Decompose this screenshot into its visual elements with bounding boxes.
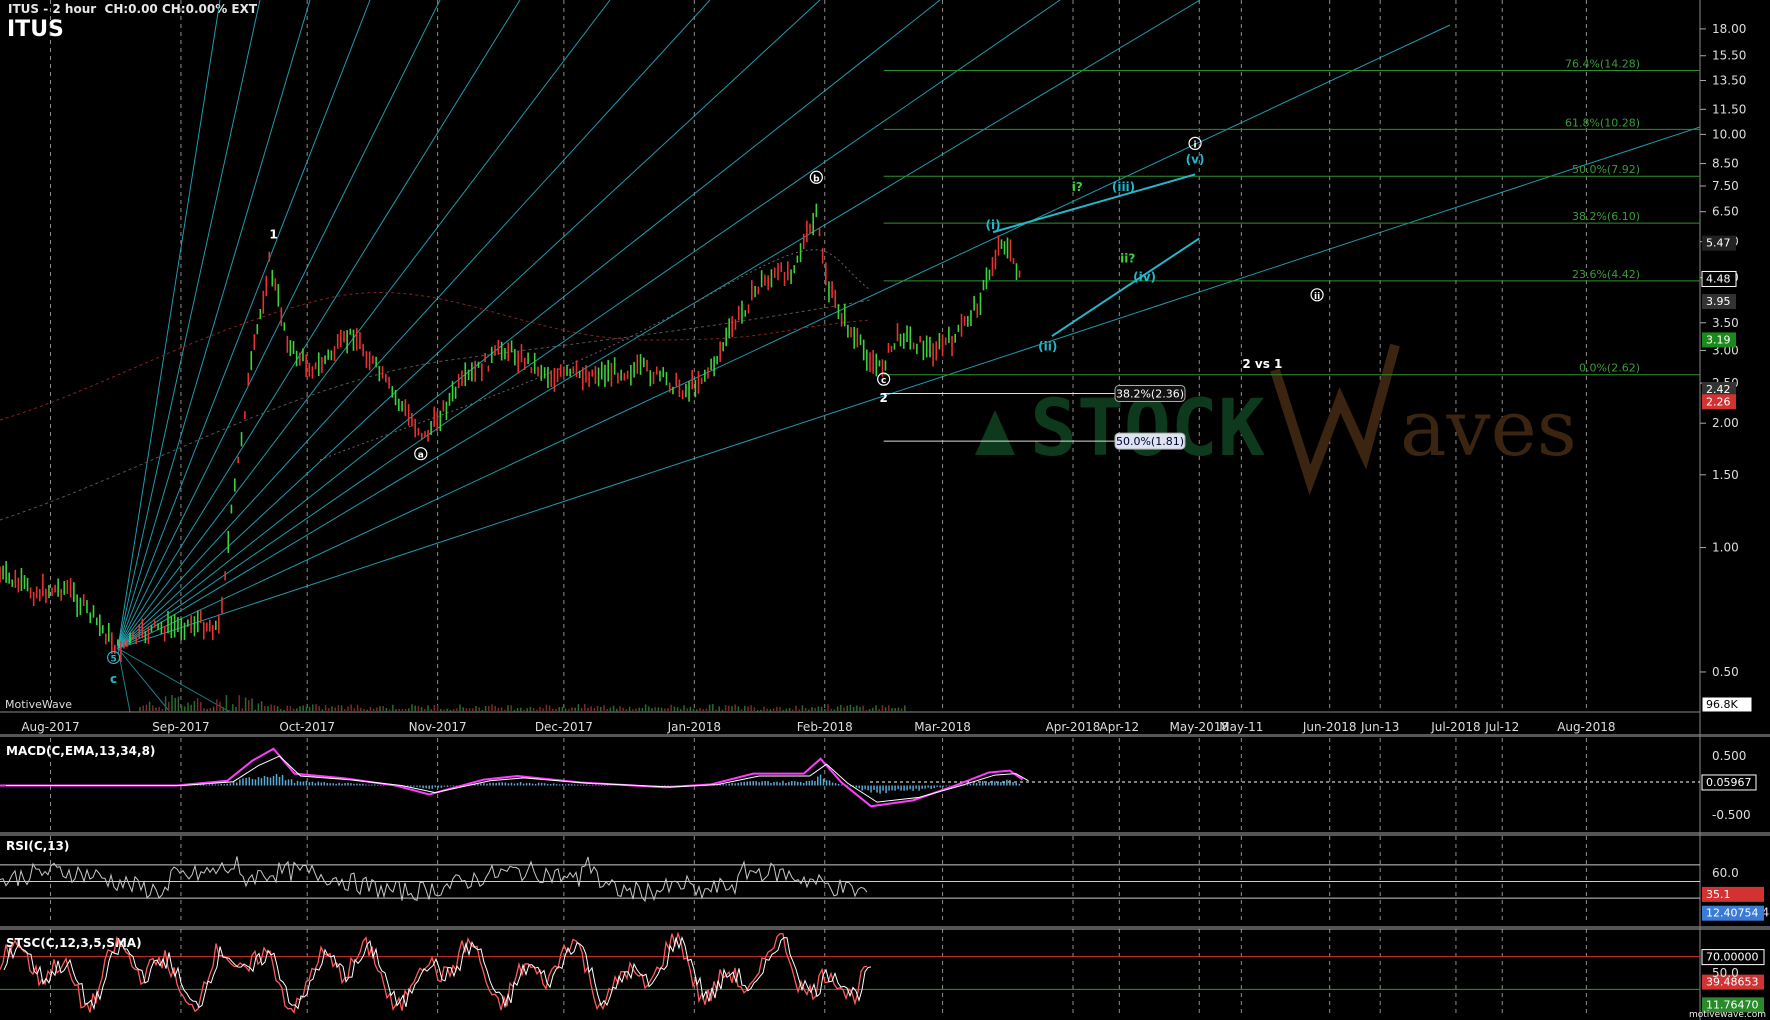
x-tick-label: Jul-2018: [1430, 720, 1480, 734]
price-badge-label: 4.48: [1706, 272, 1731, 285]
y-tick-label: 3.50: [1712, 316, 1739, 330]
price-badge-label: 5.47: [1706, 237, 1731, 250]
y-tick-label: 18.00: [1712, 22, 1746, 36]
macd-tick-label: 0.500: [1712, 749, 1746, 763]
price-badge-label: 2.26: [1706, 395, 1731, 408]
wave-label: b: [813, 174, 820, 184]
x-tick-label: Jun-13: [1360, 720, 1399, 734]
x-tick-label: Mar-2018: [914, 720, 971, 734]
chart-svg: Aug-2017 Sep-2017 Oct-2017 Nov-2017 Dec-2017…: [0, 0, 1770, 1020]
fib-level-label: 76.4%(14.28): [1565, 57, 1640, 70]
rsi-line: [0, 856, 868, 903]
wave-label: (ii): [1038, 339, 1057, 353]
wave-label: ii: [1314, 292, 1320, 302]
x-tick-label: Aug-2018: [1557, 720, 1615, 734]
fan-line-down: [117, 648, 171, 713]
wave-label: i: [1194, 140, 1197, 150]
fib-level-label: 0.0%(2.62): [1579, 362, 1640, 375]
x-tick-label: Feb-2018: [797, 720, 853, 734]
x-tick-label: Sep-2017: [152, 720, 210, 734]
fan-line: [117, 0, 611, 649]
wave-label: 2: [879, 391, 887, 405]
macd-value-label: 0.05967: [1706, 776, 1752, 789]
macd-signal-line: [6, 755, 1029, 803]
panel-separator: [0, 734, 1770, 737]
fan-line: [117, 0, 521, 649]
wave-label: ii?: [1120, 251, 1135, 265]
macd-title: MACD(C,EMA,13,34,8): [6, 744, 155, 758]
fib-retrace-label: 38.2%(2.36): [1116, 387, 1184, 400]
watermark-triangle-icon: [975, 410, 1015, 455]
wave-label: 5: [110, 655, 116, 665]
x-tick-label: Nov-2017: [409, 720, 467, 734]
volume-badge-label: 96.8K: [1706, 698, 1738, 711]
price-badge-label: 3.19: [1706, 333, 1731, 346]
wave-label: a: [418, 451, 424, 461]
wave-label: 2 vs 1: [1242, 357, 1282, 371]
price-badge-label: 3.95: [1706, 295, 1731, 308]
fan-line: [117, 0, 261, 649]
fib-retrace-label: 50.0%(1.81): [1116, 435, 1184, 448]
motivewave-credit: MotiveWave: [5, 698, 72, 711]
price-badge-label: 2.42: [1706, 383, 1731, 396]
wave-label: c: [110, 672, 117, 686]
fib-level-label: 50.0%(7.92): [1572, 163, 1640, 176]
x-tick-label: Dec-2017: [535, 720, 593, 734]
fan-line: [117, 0, 441, 649]
macd-tick-label: -0.500: [1712, 808, 1751, 822]
fan-line: [117, 0, 221, 649]
y-tick-label: 11.50: [1712, 102, 1746, 116]
x-tick-label: Oct-2017: [279, 720, 335, 734]
wave-label: i?: [1072, 180, 1083, 194]
stochastic-badge-label: 70.00000: [1706, 951, 1759, 964]
y-tick-label: 10.00: [1712, 127, 1746, 141]
fan-line: [117, 0, 371, 649]
moving-average-curve: [0, 299, 871, 521]
y-tick-label: 8.50: [1712, 157, 1739, 171]
y-tick-label: 13.50: [1712, 74, 1746, 88]
y-tick-label: 2.00: [1712, 416, 1739, 430]
fan-line: [117, 0, 1201, 649]
x-tick-label: Apr-12: [1100, 720, 1140, 734]
y-tick-label: 6.50: [1712, 205, 1739, 219]
x-tick-label: May-11: [1219, 720, 1263, 734]
x-tick-label: Jul-12: [1484, 720, 1519, 734]
watermark-brand: aves: [1400, 384, 1577, 474]
fan-line-down: [117, 648, 231, 713]
watermark-w-icon: [1270, 343, 1400, 496]
panel-separator: [0, 832, 1770, 836]
panel-separator: [0, 926, 1770, 930]
y-tick-label: 1.00: [1712, 541, 1739, 555]
y-tick-label: 1.50: [1712, 468, 1739, 482]
fib-level-label: 38.2%(6.10): [1572, 210, 1640, 223]
moving-average-curve: [319, 249, 871, 461]
y-tick-label: 7.50: [1712, 179, 1739, 193]
x-tick-label: Jan-2018: [667, 720, 721, 734]
fan-line: [117, 0, 1061, 649]
x-tick-label: Jun-2018: [1302, 720, 1357, 734]
rsi-tick-label: 60.0: [1712, 866, 1739, 880]
fib-level-label: 23.6%(4.42): [1572, 268, 1640, 281]
wave-label: c: [881, 376, 886, 386]
y-tick-label: 15.50: [1712, 49, 1746, 63]
fan-line: [117, 24, 1451, 649]
rsi-title: RSI(C,13): [6, 839, 69, 853]
y-tick-label: 0.50: [1712, 665, 1739, 679]
x-tick-label: Apr-2018: [1046, 720, 1101, 734]
stochastic-tick-label: 50.0: [1712, 966, 1739, 980]
x-tick-label: Aug-2017: [21, 720, 79, 734]
wave-label: (iv): [1133, 270, 1156, 284]
fan-line: [117, 0, 821, 649]
rsi-badge-label: 35.1: [1706, 888, 1731, 901]
wave-label: 1: [269, 227, 277, 241]
chart-stage: ITUS - 2 hour CH:0.00 CH:0.00% EXT ITUS …: [0, 0, 1770, 1020]
footer-credit: motivewave.com: [1689, 1010, 1766, 1020]
wave-label: (v): [1186, 153, 1205, 167]
fib-level-label: 61.8%(10.28): [1565, 116, 1640, 129]
rsi-badge-label: 12.40754: [1706, 907, 1759, 920]
